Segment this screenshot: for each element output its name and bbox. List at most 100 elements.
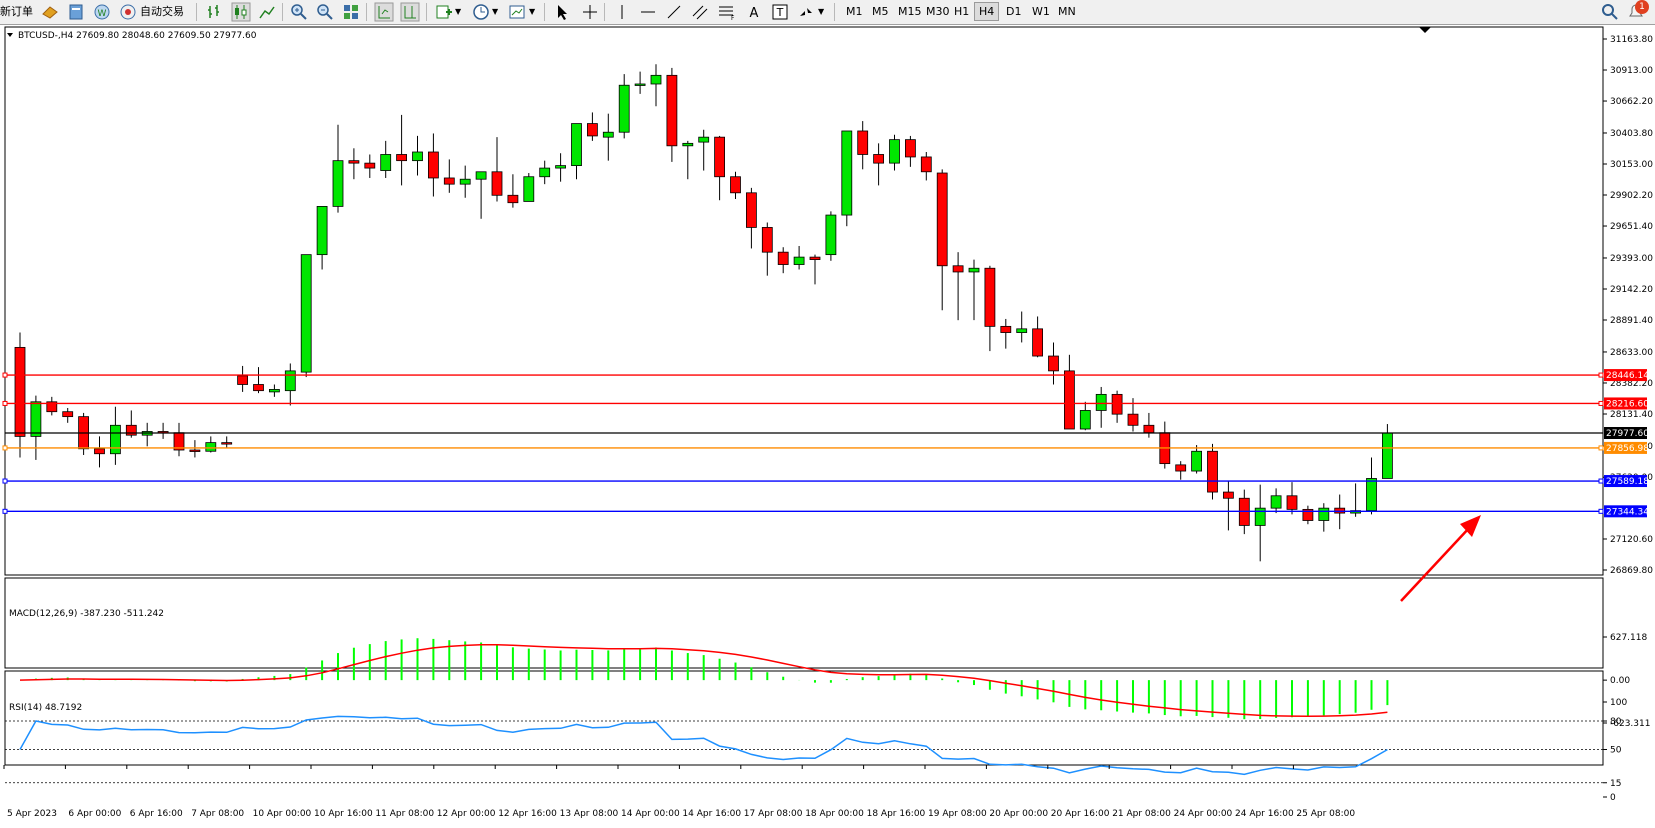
bear-candle — [427, 151, 439, 179]
price-label: 29393.00 — [1610, 254, 1653, 264]
bull-candle — [380, 154, 392, 171]
level-anchor — [2, 372, 8, 378]
main-chart-pane — [4, 26, 1604, 576]
macd-axis-label: 627.118 — [1610, 633, 1647, 643]
vertical-line-icon[interactable] — [612, 2, 632, 22]
period-m15[interactable]: M15 — [894, 3, 926, 20]
period-m1[interactable]: M1 — [842, 3, 867, 20]
bull-candle — [571, 123, 582, 167]
price-tag-label: 27344.34 — [1606, 507, 1649, 517]
bull-candle — [889, 139, 900, 164]
price-label: 30913.00 — [1610, 66, 1653, 76]
zoom-out-icon[interactable] — [315, 2, 335, 22]
bull-candle — [1366, 478, 1377, 512]
navigator-icon[interactable]: W — [92, 2, 112, 22]
cursor-icon[interactable] — [552, 2, 572, 22]
bull-candle — [316, 206, 328, 256]
bear-candle — [62, 411, 74, 418]
period-mn[interactable]: MN — [1054, 3, 1080, 20]
bar-chart-icon[interactable] — [205, 2, 225, 22]
horizontal-line-icon[interactable] — [638, 2, 658, 22]
bear-candle — [666, 74, 678, 147]
rsi-pane — [4, 670, 1604, 766]
rsi-axis-label: 50 — [1610, 746, 1622, 756]
time-label: 11 Apr 08:00 — [375, 809, 434, 819]
bull-candle — [602, 131, 614, 138]
rsi-axis-label: 100 — [1610, 698, 1627, 708]
time-label: 13 Apr 08:00 — [560, 809, 619, 819]
toolbar-separator — [366, 3, 367, 21]
bull-candle — [459, 178, 471, 185]
line-chart-icon[interactable] — [257, 2, 277, 22]
bull-candle — [268, 389, 280, 393]
bear-candle — [936, 172, 948, 267]
autotrade-icon[interactable] — [118, 2, 138, 22]
level-anchor — [2, 478, 8, 484]
auto-scroll-icon[interactable] — [374, 2, 394, 22]
templates-icon[interactable] — [507, 2, 527, 22]
macd-axis-label: 0.00 — [1610, 676, 1630, 686]
period-m5[interactable]: M5 — [868, 3, 893, 20]
bear-candle — [1032, 328, 1043, 357]
time-label: 12 Apr 00:00 — [437, 809, 496, 819]
bear-candle — [777, 251, 789, 265]
bull-candle — [1191, 450, 1202, 472]
chevron-down-icon[interactable]: ▼ — [529, 2, 535, 22]
periods-clock-icon[interactable] — [471, 2, 491, 22]
chevron-down-icon[interactable]: ▼ — [492, 2, 498, 22]
bull-candle — [555, 165, 566, 169]
bear-candle — [1048, 355, 1059, 372]
bull-candle — [1270, 495, 1282, 509]
bull-candle — [475, 171, 487, 180]
price-label: 30662.20 — [1610, 97, 1653, 107]
bear-candle — [761, 227, 773, 253]
crosshair-icon[interactable] — [580, 2, 600, 22]
bear-candle — [587, 123, 598, 137]
search-icon[interactable] — [1600, 2, 1620, 22]
bear-candle — [237, 375, 249, 385]
period-d1[interactable]: D1 — [1002, 3, 1025, 20]
chart-shift-icon[interactable] — [400, 2, 420, 22]
fibonacci-icon[interactable]: F — [716, 2, 736, 22]
tile-windows-icon[interactable] — [341, 2, 361, 22]
chevron-down-icon[interactable]: ▼ — [818, 2, 824, 22]
bull-candle — [1079, 410, 1091, 430]
bear-candle — [491, 171, 503, 196]
bull-candle — [650, 74, 662, 85]
price-label: 28891.40 — [1610, 316, 1653, 326]
time-label: 19 Apr 08:00 — [928, 809, 987, 819]
bull-candle — [205, 442, 217, 452]
trendline-icon[interactable] — [664, 2, 684, 22]
period-h1[interactable]: H1 — [950, 3, 973, 20]
autotrade-button[interactable]: 自动交易 — [140, 2, 184, 22]
new-order-button[interactable]: 新订单 — [0, 2, 33, 22]
period-m30[interactable]: M30 — [922, 3, 954, 20]
macd-pane — [4, 577, 1604, 669]
equidistant-channel-icon[interactable] — [690, 2, 710, 22]
data-window-icon[interactable] — [66, 2, 86, 22]
bear-candle — [396, 154, 408, 162]
indicators-icon[interactable] — [434, 2, 454, 22]
bear-candle — [984, 267, 996, 327]
bear-candle — [1127, 413, 1139, 426]
period-h4[interactable]: H4 — [974, 2, 1000, 21]
chevron-down-icon[interactable]: ▼ — [455, 2, 461, 22]
text-label-icon[interactable]: T — [770, 2, 790, 22]
text-icon[interactable]: A — [744, 2, 764, 22]
zoom-in-icon[interactable] — [289, 2, 309, 22]
level-anchor — [1598, 400, 1604, 406]
bear-candle — [253, 384, 264, 392]
price-label: 28131.40 — [1610, 410, 1653, 420]
candlestick-icon[interactable] — [231, 2, 251, 22]
period-w1[interactable]: W1 — [1028, 3, 1054, 20]
time-label: 20 Apr 00:00 — [989, 809, 1048, 819]
level-anchor — [2, 400, 8, 406]
bear-candle — [1334, 507, 1346, 514]
market-watch-icon[interactable] — [40, 2, 60, 22]
time-label: 18 Apr 00:00 — [805, 809, 864, 819]
bear-candle — [1064, 370, 1075, 430]
arrows-icon[interactable] — [796, 2, 816, 22]
toolbar-separator — [426, 3, 427, 21]
bear-candle — [1175, 464, 1187, 472]
chart-window[interactable]: 31163.80 30913.00 30662.20 30403.80 30153.00… — [0, 24, 1655, 828]
